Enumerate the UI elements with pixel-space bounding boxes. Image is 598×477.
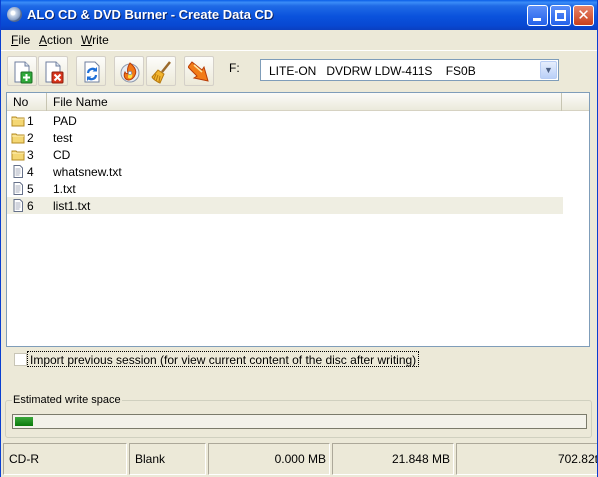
drive-letter-label: F: — [229, 61, 240, 75]
menu-write-mnemonic: W — [81, 33, 93, 47]
row-file-name: test — [53, 131, 73, 145]
status-used-space: 0.000 MB — [208, 443, 330, 475]
menu-bar: File Action Write — [1, 30, 597, 48]
minimize-icon — [533, 18, 541, 21]
table-row[interactable]: 2 test — [7, 129, 563, 146]
menu-write[interactable]: Write — [81, 33, 109, 47]
status-disc-state: Blank — [129, 443, 206, 475]
folder-icon — [11, 131, 25, 144]
file-list-header: No File Name — [7, 93, 589, 111]
table-row[interactable]: 3 CD — [7, 146, 563, 163]
maximize-button[interactable] — [550, 5, 571, 26]
text-file-icon — [11, 182, 25, 195]
menu-file[interactable]: File — [11, 33, 30, 47]
write-space-progress-fill — [15, 417, 33, 426]
menu-action[interactable]: Action — [39, 33, 72, 47]
table-row[interactable]: 5 1.txt — [7, 180, 563, 197]
close-icon: ✕ — [577, 6, 590, 24]
folder-icon — [11, 114, 25, 127]
refresh-icon — [84, 61, 100, 83]
folder-icon — [11, 148, 25, 161]
column-header-filler — [562, 93, 589, 111]
write-button[interactable] — [184, 56, 214, 86]
status-data-size: 21.848 MB — [332, 443, 454, 475]
row-number: 6 — [27, 199, 34, 213]
text-file-icon — [11, 199, 25, 212]
drive-select-value: LITE-ON DVDRW LDW-411S FS0B — [269, 64, 476, 78]
row-number: 2 — [27, 131, 34, 145]
menu-write-label: rite — [92, 33, 109, 47]
menu-file-label: ile — [18, 33, 31, 47]
remove-files-icon — [45, 61, 64, 84]
remove-files-button[interactable] — [38, 56, 68, 86]
text-file-icon — [11, 165, 25, 178]
table-row[interactable]: 1 PAD — [7, 112, 563, 129]
add-files-button[interactable] — [7, 56, 37, 86]
row-file-name: 1.txt — [53, 182, 76, 196]
write-arrow-icon — [188, 61, 209, 82]
status-capacity: 702.82t — [456, 443, 597, 475]
row-file-name: CD — [53, 148, 71, 162]
chevron-down-icon[interactable]: ▼ — [540, 61, 557, 79]
write-space-title: Estimated write space — [12, 394, 122, 406]
maximize-icon — [555, 10, 566, 21]
menu-action-label: ction — [47, 33, 73, 47]
row-number: 4 — [27, 165, 34, 179]
row-number: 5 — [27, 182, 34, 196]
row-number: 1 — [27, 114, 34, 128]
minimize-button[interactable] — [527, 5, 548, 26]
file-list[interactable]: No File Name 1 PAD 2 test 3 CD 4 whatsnew.txt 5 1… — [6, 92, 590, 347]
refresh-button[interactable] — [76, 56, 106, 86]
erase-broom-icon — [151, 61, 171, 84]
table-row[interactable]: 6 list1.txt — [7, 197, 563, 214]
drive-select[interactable]: LITE-ON DVDRW LDW-411S FS0B ▼ — [260, 59, 559, 81]
close-button[interactable]: ✕ — [573, 5, 594, 26]
write-space-progress — [12, 414, 587, 429]
burn-button[interactable] — [114, 56, 144, 86]
title-bar[interactable]: ALO CD & DVD Burner - Create Data CD ✕ — [1, 0, 597, 30]
row-file-name: whatsnew.txt — [53, 165, 122, 179]
window-title: ALO CD & DVD Burner - Create Data CD — [27, 7, 274, 22]
import-session-label[interactable]: Import previous session (for view curren… — [27, 351, 420, 367]
table-row[interactable]: 4 whatsnew.txt — [7, 163, 563, 180]
add-files-icon — [14, 61, 33, 84]
row-file-name: list1.txt — [53, 199, 91, 213]
import-session-checkbox[interactable] — [14, 353, 27, 366]
status-bar: CD-R Blank 0.000 MB 21.848 MB 702.82t — [1, 441, 597, 477]
app-window: ALO CD & DVD Burner - Create Data CD ✕ F… — [0, 0, 598, 477]
status-media-type: CD-R — [3, 443, 127, 475]
menu-action-mnemonic: A — [39, 33, 48, 47]
erase-button[interactable] — [146, 56, 176, 86]
column-header-no[interactable]: No — [7, 93, 47, 111]
column-header-file-name[interactable]: File Name — [47, 93, 562, 111]
row-file-name: PAD — [53, 114, 77, 128]
burn-icon — [120, 62, 140, 83]
row-number: 3 — [27, 148, 34, 162]
cd-app-icon[interactable] — [7, 7, 22, 22]
